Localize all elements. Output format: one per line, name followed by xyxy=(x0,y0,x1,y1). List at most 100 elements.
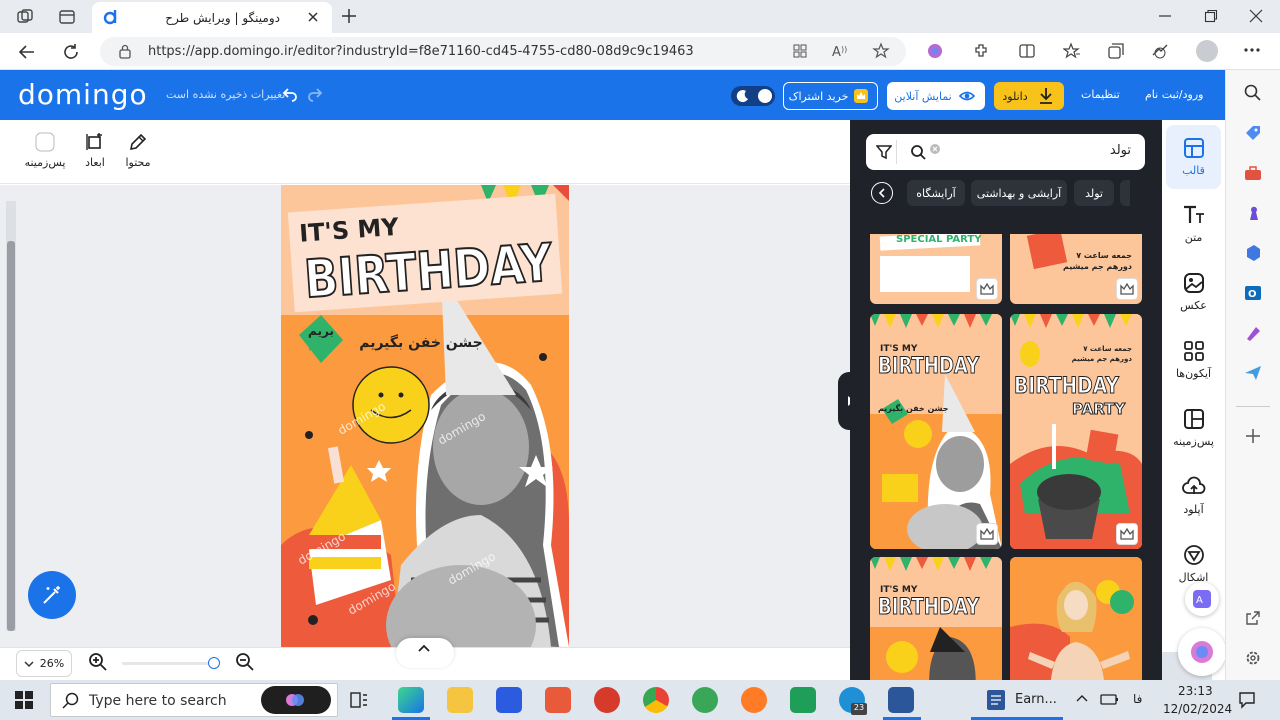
split-screen-icon[interactable] xyxy=(1018,42,1036,60)
vertical-scrollbar-track[interactable] xyxy=(6,201,16,631)
theme-toggle[interactable] xyxy=(731,86,775,106)
zoom-slider-handle[interactable] xyxy=(208,657,220,669)
tray-chevron-icon[interactable] xyxy=(1076,693,1088,703)
subscribe-button[interactable]: خرید اشتراک xyxy=(783,82,878,110)
search-input-value[interactable]: تولد xyxy=(1110,143,1131,158)
chip-beauty-salon[interactable]: آرایشگاه xyxy=(907,180,965,206)
copilot-extension-icon[interactable] xyxy=(926,42,944,60)
globe-app-icon[interactable] xyxy=(692,687,718,713)
premium-crown-icon[interactable] xyxy=(976,278,998,300)
taskbar-search[interactable]: Type here to search xyxy=(50,683,338,717)
chrome-icon[interactable] xyxy=(643,687,669,713)
rail-item-icons[interactable]: آیکون‌ها xyxy=(1166,328,1221,392)
chip-birthday[interactable]: تولد xyxy=(1074,180,1114,206)
performance-icon[interactable] xyxy=(1151,42,1169,60)
app-available-icon[interactable] xyxy=(792,43,808,59)
clear-search-icon[interactable] xyxy=(929,143,941,155)
tab-close-icon[interactable] xyxy=(306,10,320,24)
games-chess-icon[interactable] xyxy=(1244,204,1262,222)
open-external-icon[interactable] xyxy=(1245,610,1261,626)
back-icon[interactable] xyxy=(18,43,36,61)
zoom-out-icon[interactable] xyxy=(235,652,255,672)
shopping-tag-icon[interactable] xyxy=(1244,124,1262,142)
add-sidebar-app-icon[interactable] xyxy=(1245,428,1261,444)
designer-icon[interactable] xyxy=(1244,324,1262,342)
read-aloud-icon[interactable]: A)) xyxy=(832,43,850,59)
edge-taskbar-icon[interactable] xyxy=(398,687,424,713)
sidebar-search-icon[interactable] xyxy=(1244,84,1262,102)
rail-item-text[interactable]: متن xyxy=(1166,192,1221,256)
firefox-icon[interactable] xyxy=(741,687,767,713)
design-canvas[interactable]: IT'S MY BIRTHDAY جشن خفن بگیریم بریم dom… xyxy=(281,185,569,647)
zoom-level-select[interactable]: 26% xyxy=(16,650,72,677)
search-icon[interactable] xyxy=(910,144,926,160)
premium-crown-icon[interactable] xyxy=(1116,278,1138,300)
app-p-icon[interactable] xyxy=(594,687,620,713)
favorites-icon[interactable] xyxy=(1063,42,1081,60)
ms-store-icon[interactable] xyxy=(496,687,522,713)
minimize-icon[interactable] xyxy=(1158,9,1172,23)
premium-crown-icon[interactable] xyxy=(976,523,998,545)
file-explorer-icon[interactable] xyxy=(447,687,473,713)
battery-icon[interactable] xyxy=(1100,691,1120,707)
template-thumb-2[interactable]: جمعه ساعت ۷ دورهم جم میشیم xyxy=(1010,234,1142,304)
new-tab-icon[interactable] xyxy=(340,7,358,25)
collections-icon[interactable] xyxy=(1107,42,1125,60)
word-doc-icon[interactable] xyxy=(986,689,1006,711)
premium-crown-icon[interactable] xyxy=(1116,523,1138,545)
template-thumb-1[interactable]: SPECIAL PARTY xyxy=(870,234,1002,304)
notes-app-icon[interactable] xyxy=(790,687,816,713)
download-button[interactable]: دانلود xyxy=(994,82,1064,110)
tab-actions-icon[interactable] xyxy=(58,8,76,26)
more-menu-icon[interactable] xyxy=(1244,48,1260,52)
background-tool[interactable]: پس‌زمینه xyxy=(23,132,67,169)
word-icon[interactable] xyxy=(888,687,914,713)
extensions-icon[interactable] xyxy=(972,42,990,60)
dimensions-tool[interactable]: ابعاد xyxy=(73,132,117,169)
rail-item-photos[interactable]: عکس xyxy=(1166,260,1221,324)
task-view-icon[interactable] xyxy=(350,692,368,708)
settings-link[interactable]: تنظیمات xyxy=(1081,88,1120,101)
profile-avatar[interactable] xyxy=(1196,40,1218,62)
rail-item-upload[interactable]: آپلود xyxy=(1166,464,1221,528)
template-thumb-4[interactable]: جمعه ساعت ۷ دورهم جم میشیم BIRTHDAY PART… xyxy=(1010,314,1142,549)
filter-icon[interactable] xyxy=(876,144,892,160)
pages-toggle-button[interactable] xyxy=(396,638,454,668)
windows-start-icon[interactable] xyxy=(15,691,33,709)
zoom-slider[interactable] xyxy=(122,657,220,669)
favorite-star-icon[interactable] xyxy=(872,42,890,60)
rail-item-templates[interactable]: قالب xyxy=(1166,125,1221,189)
domingo-logo[interactable]: domingo xyxy=(18,78,148,111)
chip-cosmetics[interactable]: آرایشی و بهداشتی xyxy=(971,180,1067,206)
login-link[interactable]: ورود/ثبت نام xyxy=(1145,88,1203,101)
vertical-scrollbar-thumb[interactable] xyxy=(7,241,15,631)
browser-tab-active[interactable]: دومینگو | ویرایش طرح xyxy=(92,2,332,33)
outlook-icon[interactable]: O xyxy=(1244,284,1262,302)
rail-item-background[interactable]: پس‌زمینه xyxy=(1166,396,1221,460)
template-thumb-3[interactable]: IT'S MY BIRTHDAY جشن خفن بگیریم xyxy=(870,314,1002,549)
chip-partial[interactable] xyxy=(1120,180,1130,206)
zoom-in-icon[interactable] xyxy=(88,652,108,672)
microsoft-365-icon[interactable] xyxy=(1244,244,1262,262)
input-language[interactable]: فا xyxy=(1133,692,1142,706)
url-field[interactable]: https://app.domingo.ir/editor?industryId… xyxy=(100,37,906,66)
restore-icon[interactable] xyxy=(1204,9,1218,23)
word-window-label[interactable]: Earn... xyxy=(1015,692,1057,707)
undo-icon[interactable] xyxy=(282,86,298,102)
redo-icon[interactable] xyxy=(307,86,323,102)
online-preview-button[interactable]: نمایش آنلاین xyxy=(887,82,985,110)
send-icon[interactable] xyxy=(1244,364,1262,382)
ai-assistant-button[interactable] xyxy=(1178,628,1226,676)
window-close-icon[interactable] xyxy=(1249,9,1263,23)
content-tool[interactable]: محتوا xyxy=(116,132,160,169)
translate-button[interactable]: A xyxy=(1185,582,1219,616)
clock-date[interactable]: 12/02/2024 xyxy=(1163,702,1232,716)
workspaces-icon[interactable] xyxy=(16,8,34,26)
clock-time[interactable]: 23:13 xyxy=(1178,684,1213,698)
template-search[interactable]: تولد xyxy=(866,134,1145,170)
refresh-icon[interactable] xyxy=(62,43,80,61)
template-thumb-5[interactable]: IT'S MY BIRTHDAY xyxy=(870,557,1002,680)
chips-scroll-button[interactable] xyxy=(871,182,893,204)
template-thumb-6[interactable] xyxy=(1010,557,1142,680)
app-c-icon[interactable] xyxy=(545,687,571,713)
